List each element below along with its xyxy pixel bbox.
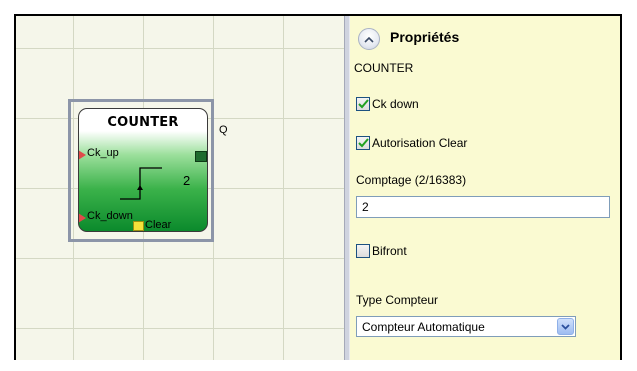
autorisation-clear-option[interactable]: Autorisation Clear: [356, 136, 467, 150]
type-compteur-label: Type Compteur: [356, 293, 439, 307]
clear-input-pin[interactable]: [133, 221, 144, 231]
ck-down-input-pin[interactable]: [79, 213, 86, 223]
ck-down-checkbox[interactable]: [356, 97, 370, 111]
ck-down-label: Ck_down: [87, 210, 133, 222]
block-counter-value: 2: [183, 173, 191, 188]
panel-title: Propriétés: [390, 29, 460, 45]
chevron-up-icon: [364, 36, 374, 43]
chevron-down-icon: [561, 323, 570, 330]
ck-up-input-pin[interactable]: [79, 150, 86, 160]
block-title: COUNTER: [107, 115, 179, 130]
ck-up-label: Ck_up: [87, 147, 119, 159]
q-output-pin[interactable]: [195, 151, 207, 162]
panel-subtitle: COUNTER: [354, 61, 414, 75]
q-output-label: Q: [219, 124, 228, 136]
bifront-checkbox[interactable]: [356, 244, 370, 258]
checkmark-icon: [357, 138, 369, 148]
type-compteur-selected: Compteur Automatique: [362, 319, 485, 334]
diagram-canvas[interactable]: COUNTER Ck_up 2 Ck_down Clear Q: [16, 16, 344, 360]
bifront-option[interactable]: Bifront: [356, 244, 407, 258]
properties-panel: Propriétés COUNTER Ck down Autorisation …: [350, 16, 620, 360]
window-frame: COUNTER Ck_up 2 Ck_down Clear Q Propriét…: [14, 14, 622, 360]
comptage-input[interactable]: [356, 196, 610, 218]
bifront-checkbox-label: Bifront: [372, 244, 407, 258]
type-compteur-select[interactable]: Compteur Automatique: [356, 316, 576, 337]
autorisation-clear-checkbox-label: Autorisation Clear: [372, 136, 468, 150]
ck-down-checkbox-label: Ck down: [372, 97, 419, 111]
clear-label: Clear: [145, 219, 172, 231]
dropdown-button[interactable]: [557, 318, 574, 335]
counter-symbol-icon: [120, 167, 162, 200]
ck-down-option[interactable]: Ck down: [356, 97, 419, 111]
checkmark-icon: [357, 99, 369, 109]
autorisation-clear-checkbox[interactable]: [356, 136, 370, 150]
collapse-button[interactable]: [358, 28, 380, 50]
comptage-label: Comptage (2/16383): [356, 173, 467, 187]
counter-block[interactable]: COUNTER Ck_up 2 Ck_down Clear: [78, 108, 208, 232]
